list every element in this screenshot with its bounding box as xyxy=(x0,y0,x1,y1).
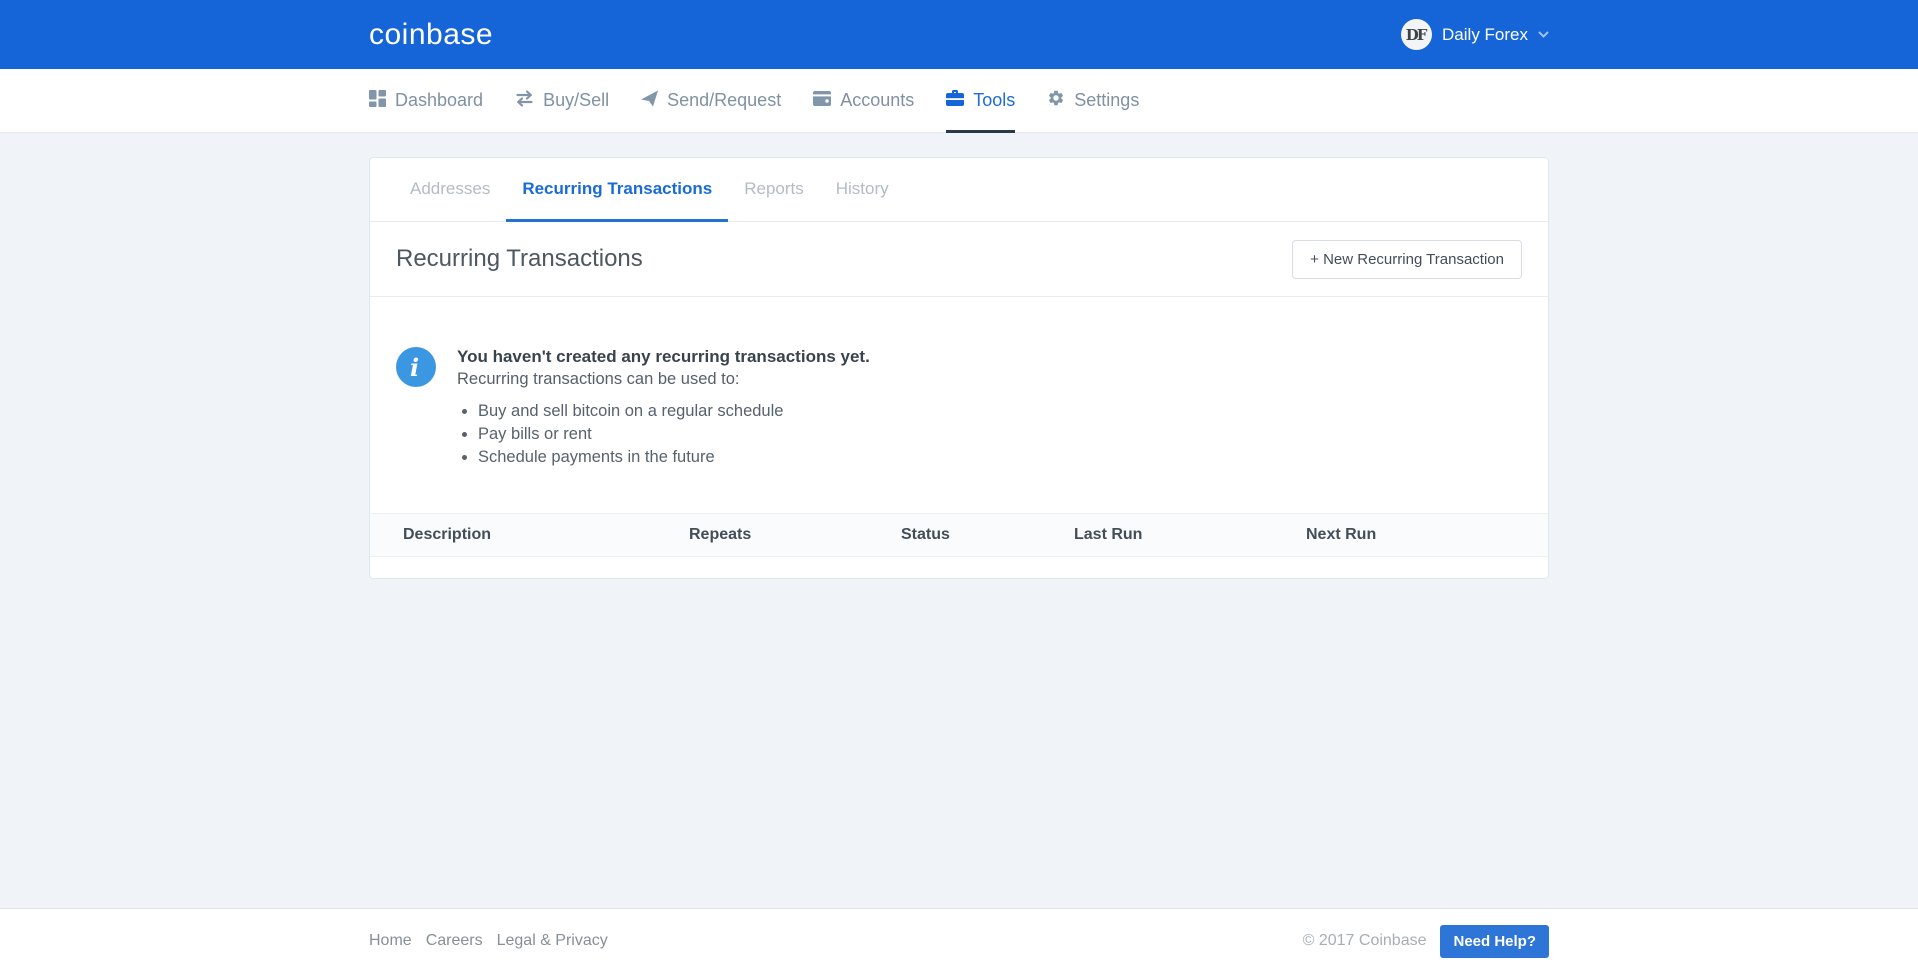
table-header-row: Description Repeats Status Last Run Next… xyxy=(370,513,1548,557)
card-header: Recurring Transactions + New Recurring T… xyxy=(370,222,1548,297)
empty-state: i You haven't created any recurring tran… xyxy=(370,297,1548,471)
buy-sell-arrows-icon xyxy=(515,90,534,112)
bullet-item: Pay bills or rent xyxy=(478,425,870,444)
empty-state-subheading: Recurring transactions can be used to: xyxy=(457,370,870,389)
nav-item-buy-sell[interactable]: Buy/Sell xyxy=(515,69,609,132)
accounts-wallet-icon xyxy=(813,90,831,111)
tab-reports[interactable]: Reports xyxy=(728,158,820,222)
nav-item-label: Dashboard xyxy=(395,90,483,111)
app-header: coinbase DF Daily Forex xyxy=(0,0,1918,69)
column-header-repeats: Repeats xyxy=(689,526,901,544)
nav-item-label: Settings xyxy=(1074,90,1139,111)
footer-link-legal-privacy[interactable]: Legal & Privacy xyxy=(497,932,608,950)
new-recurring-transaction-button[interactable]: + New Recurring Transaction xyxy=(1292,240,1522,279)
main-content: Addresses Recurring Transactions Reports… xyxy=(0,133,1918,908)
tab-bar: Addresses Recurring Transactions Reports… xyxy=(370,158,1548,222)
footer-link-home[interactable]: Home xyxy=(369,932,412,950)
primary-nav: Dashboard Buy/Sell Send/Request Accounts… xyxy=(0,69,1918,133)
need-help-button[interactable]: Need Help? xyxy=(1440,925,1549,958)
settings-gear-icon xyxy=(1047,89,1065,112)
page-title: Recurring Transactions xyxy=(396,245,643,273)
footer-links: Home Careers Legal & Privacy xyxy=(369,932,608,950)
tab-history[interactable]: History xyxy=(820,158,905,222)
user-menu[interactable]: DF Daily Forex xyxy=(1401,19,1549,50)
tab-addresses[interactable]: Addresses xyxy=(394,158,506,222)
nav-item-label: Buy/Sell xyxy=(543,90,609,111)
bullet-item: Schedule payments in the future xyxy=(478,448,870,467)
avatar: DF xyxy=(1401,19,1432,50)
column-header-last-run: Last Run xyxy=(1074,526,1306,544)
app-footer: Home Careers Legal & Privacy © 2017 Coin… xyxy=(0,908,1918,973)
bullet-item: Buy and sell bitcoin on a regular schedu… xyxy=(478,402,870,421)
nav-item-accounts[interactable]: Accounts xyxy=(813,69,914,132)
column-header-status: Status xyxy=(901,526,1074,544)
nav-item-label: Send/Request xyxy=(667,90,781,111)
empty-state-text: You haven't created any recurring transa… xyxy=(457,347,870,471)
column-header-description: Description xyxy=(403,526,689,544)
send-plane-icon xyxy=(641,90,658,112)
nav-item-tools[interactable]: Tools xyxy=(946,69,1015,132)
nav-item-label: Tools xyxy=(973,90,1015,111)
user-name: Daily Forex xyxy=(1442,25,1528,45)
nav-item-send-request[interactable]: Send/Request xyxy=(641,69,781,132)
nav-item-label: Accounts xyxy=(840,90,914,111)
empty-state-heading: You haven't created any recurring transa… xyxy=(457,347,870,367)
nav-item-dashboard[interactable]: Dashboard xyxy=(369,69,483,132)
info-icon: i xyxy=(396,347,436,387)
footer-link-careers[interactable]: Careers xyxy=(426,932,483,950)
recurring-transactions-card: Addresses Recurring Transactions Reports… xyxy=(369,157,1549,579)
nav-item-settings[interactable]: Settings xyxy=(1047,69,1139,132)
column-header-next-run: Next Run xyxy=(1306,526,1548,544)
chevron-down-icon xyxy=(1538,31,1549,38)
dashboard-grid-icon xyxy=(369,90,386,112)
tab-recurring-transactions[interactable]: Recurring Transactions xyxy=(506,158,728,222)
tools-briefcase-icon xyxy=(946,90,964,111)
empty-state-bullets: Buy and sell bitcoin on a regular schedu… xyxy=(478,402,870,467)
copyright-text: © 2017 Coinbase xyxy=(1303,932,1427,950)
coinbase-logo[interactable]: coinbase xyxy=(369,18,493,52)
footer-right: © 2017 Coinbase Need Help? xyxy=(1303,925,1549,958)
